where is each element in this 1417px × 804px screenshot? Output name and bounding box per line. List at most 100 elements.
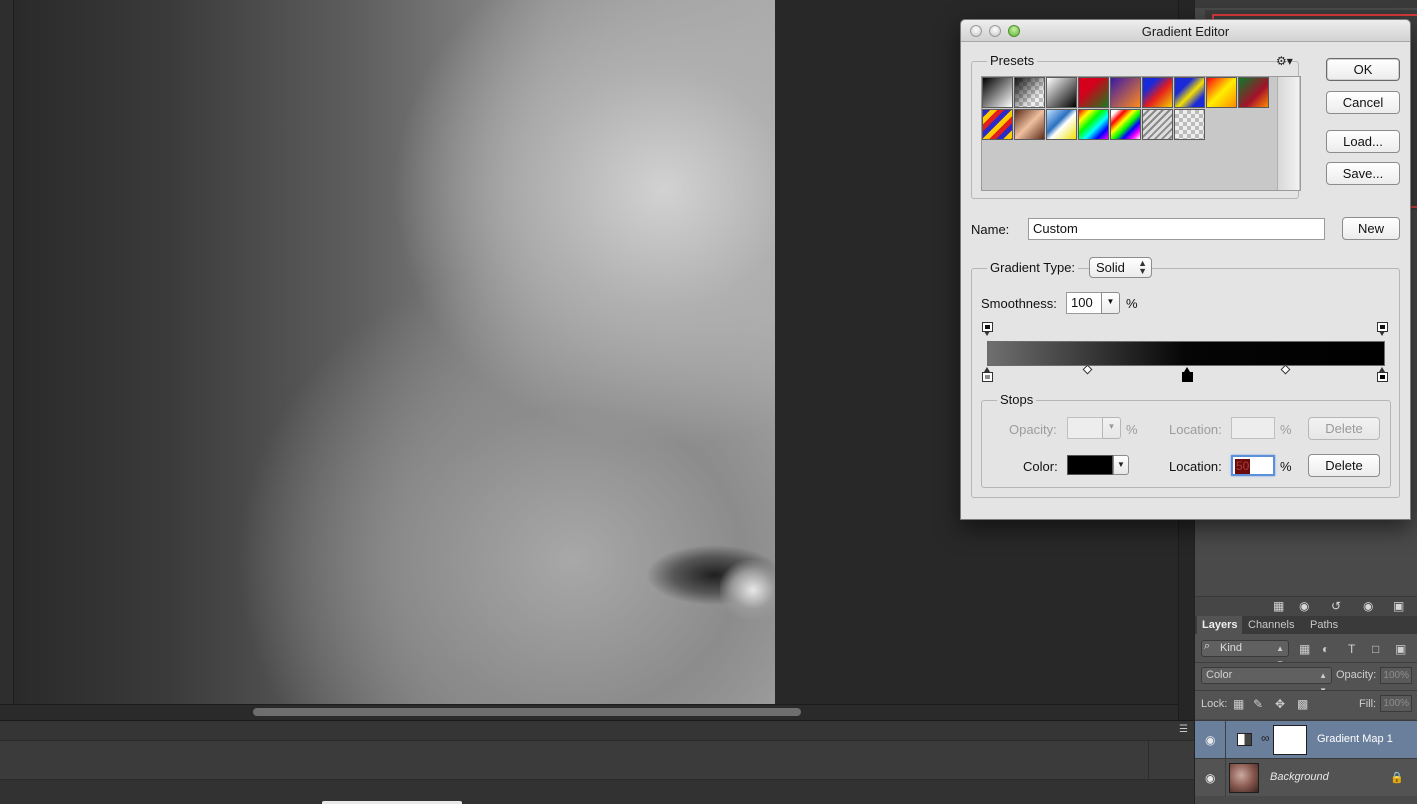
opacity-delete-button[interactable]: Delete [1308,417,1380,440]
kind-filter-label: Kind [1220,642,1243,654]
new-button[interactable]: New [1342,217,1400,240]
search-icon: ⌕ [1204,640,1211,652]
trash-icon[interactable]: ▣ [1393,599,1404,613]
adjustment-filter-icon[interactable]: ◐ [1322,642,1329,656]
timeline-footer [0,779,1194,804]
presets-label: Presets [987,53,1038,68]
history-brush-icon[interactable]: ↺ [1331,599,1341,613]
preset-swatch[interactable] [1174,77,1205,108]
fill-input[interactable]: 100% [1380,695,1412,712]
preset-swatch[interactable] [1110,109,1141,140]
gradient-type-value: Solid [1096,260,1125,275]
layer-mask-thumbnail[interactable] [1273,725,1307,755]
preset-swatch[interactable] [1206,77,1237,108]
color-location-percent: % [1280,459,1292,474]
preset-swatch[interactable] [1014,77,1045,108]
preset-swatch[interactable] [1014,109,1045,140]
timeline-header: ☰ [0,721,1194,741]
preset-swatch[interactable] [1110,77,1141,108]
document-image[interactable] [14,0,775,704]
preset-swatch[interactable] [1238,77,1269,108]
eye-icon[interactable]: ◉ [1205,771,1215,785]
kind-filter-select[interactable]: Kind ▲▼ [1201,640,1289,668]
layer-background[interactable]: ◉ Background 🔒 [1195,758,1417,797]
color-dropdown-icon[interactable]: ▼ [1113,455,1129,475]
name-label: Name: [971,222,1010,237]
opacity-input[interactable]: 100% [1380,667,1412,684]
color-delete-button[interactable]: Delete [1308,454,1380,477]
lock-position-icon[interactable]: ✥ [1275,697,1285,711]
visibility-icon[interactable]: ◉ [1363,599,1373,613]
tab-channels[interactable]: Channels [1243,616,1299,634]
panel-menu-icon[interactable]: ☰ [1179,724,1188,735]
opacity-label: Opacity: [1009,422,1057,437]
preset-swatch[interactable] [1078,109,1109,140]
fill-label: Fill: [1359,698,1377,710]
snapshot-icon[interactable]: ◉ [1299,599,1309,613]
preset-swatch[interactable] [1046,77,1077,108]
ok-button[interactable]: OK [1326,58,1400,81]
smoothness-percent: % [1126,296,1138,311]
lock-all-icon[interactable]: ▩ [1297,697,1308,711]
lock-icon: 🔒 [1390,772,1404,784]
opacity-location-input[interactable] [1231,417,1275,439]
canvas-left-edge [0,0,14,704]
timeline-divider [1148,741,1149,779]
name-input[interactable]: Custom [1028,218,1325,240]
preset-swatch[interactable] [1142,109,1173,140]
color-stop-left[interactable] [982,367,993,383]
stop-color-swatch[interactable] [1067,455,1113,475]
layer-name[interactable]: Background [1270,771,1329,783]
gradient-type-select[interactable]: Solid ▲ ▼ [1089,257,1152,278]
color-label: Color: [1023,459,1058,474]
smart-object-filter-icon[interactable]: ▣ [1395,642,1406,656]
color-location-input[interactable]: 50 [1231,455,1275,476]
preset-swatch[interactable] [1174,109,1205,140]
layer-name[interactable]: Gradient Map 1 [1317,733,1393,745]
shape-filter-icon[interactable]: □ [1372,642,1379,656]
gear-icon[interactable]: ⚙▾ [1276,54,1293,68]
preset-swatch[interactable] [1046,109,1077,140]
load-button[interactable]: Load... [1326,130,1400,153]
tab-paths[interactable]: Paths [1305,616,1343,634]
opacity-label: Opacity: [1336,669,1377,681]
history-toolbar: ▦ ◉ ↺ ◉ ▣ [1195,596,1417,616]
smoothness-dropdown-icon[interactable]: ▼ [1101,292,1120,314]
opacity-location-label: Location: [1169,422,1222,437]
blend-mode-select[interactable]: Color ▲▼ [1201,667,1332,695]
smoothness-input[interactable]: 100 [1066,292,1102,314]
stop-opacity-input[interactable] [1067,417,1103,439]
pixel-filter-icon[interactable]: ▦ [1299,642,1310,656]
tab-layers[interactable]: Layers [1197,616,1243,634]
photoshop-window: ☰ ▦ ◉ ↺ ◉ ▣ Layers Channels Paths Kind ▲… [0,0,1417,804]
eye-icon[interactable]: ◉ [1205,733,1215,747]
chain-link-icon[interactable]: ∞ [1261,731,1270,745]
column-divider [1225,721,1226,759]
opacity-dropdown-icon[interactable]: ▼ [1102,417,1121,439]
layer-gradient-map-1[interactable]: ◉ ∞ Gradient Map 1 [1195,720,1417,759]
color-stop-right[interactable] [1377,367,1388,383]
gradient-preview-bar[interactable] [987,341,1385,366]
adjustment-layer-icon [1237,733,1252,746]
opacity-stop-right[interactable] [1377,322,1388,337]
preset-swatch[interactable] [1078,77,1109,108]
preset-swatch[interactable] [982,109,1013,140]
color-stop-middle[interactable] [1182,367,1193,383]
timeline-panel: ☰ [0,720,1194,804]
lock-transparent-icon[interactable]: ▦ [1233,697,1244,711]
column-divider [1225,759,1226,797]
cancel-button[interactable]: Cancel [1326,91,1400,114]
save-button[interactable]: Save... [1326,162,1400,185]
lock-image-icon[interactable]: ✎ [1253,697,1263,711]
new-document-icon[interactable]: ▦ [1273,599,1284,613]
gradient-type-label: Gradient Type: [987,260,1079,275]
preset-swatch[interactable] [982,77,1013,108]
type-filter-icon[interactable]: T [1348,642,1355,656]
opacity-stop-left[interactable] [982,322,993,337]
layer-thumbnail [1229,763,1259,793]
color-location-label: Location: [1169,459,1222,474]
preset-swatch[interactable] [1142,77,1173,108]
presets-scrollbar[interactable] [1277,77,1299,190]
horizontal-scroll-thumb[interactable] [253,708,801,716]
dialog-titlebar[interactable]: Gradient Editor [961,20,1410,42]
